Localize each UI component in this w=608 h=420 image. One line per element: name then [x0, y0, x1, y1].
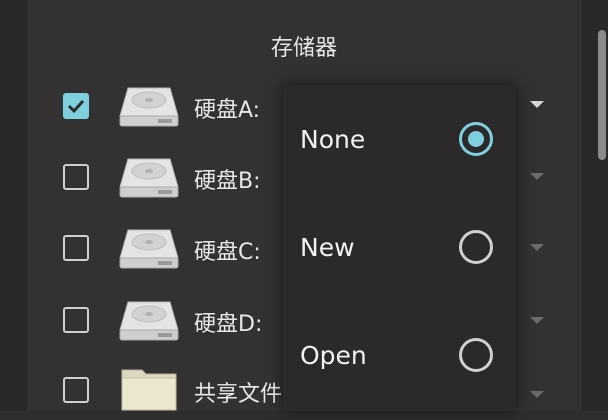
shared-folder-dropdown-arrow[interactable]	[530, 391, 544, 398]
drive-d-dropdown-arrow[interactable]	[530, 317, 544, 324]
folder-icon	[121, 369, 177, 411]
drive-d-label: 硬盘D:	[194, 312, 263, 337]
drive-b-label: 硬盘B:	[194, 169, 261, 194]
hard-disk-icon	[119, 229, 179, 269]
shared-folder-checkbox[interactable]	[63, 377, 89, 403]
hard-disk-icon	[119, 158, 179, 198]
drive-c-label: 硬盘C:	[194, 240, 261, 265]
shared-folder-label: 共享文件	[194, 382, 283, 407]
drive-a-label: 硬盘A:	[194, 98, 261, 123]
option-none-label: None	[300, 125, 366, 154]
option-new-label: New	[300, 233, 355, 262]
drive-a-checkbox[interactable]	[63, 93, 89, 119]
option-open-label: Open	[300, 341, 367, 370]
mode-popup-menu: None New Open	[283, 85, 516, 411]
option-none-radio[interactable]	[459, 122, 493, 156]
option-open-radio[interactable]	[459, 338, 493, 372]
option-new-radio[interactable]	[459, 230, 493, 264]
hard-disk-icon	[119, 301, 179, 341]
option-open[interactable]: Open	[283, 325, 516, 385]
drive-c-checkbox[interactable]	[63, 235, 89, 261]
drive-b-checkbox[interactable]	[63, 164, 89, 190]
dialog-title: 存储器	[270, 36, 337, 61]
option-none[interactable]: None	[283, 109, 516, 169]
radio-dot-icon	[468, 131, 484, 147]
drive-b-dropdown-arrow[interactable]	[530, 173, 544, 180]
checkmark-icon	[67, 99, 85, 114]
drive-c-dropdown-arrow[interactable]	[530, 244, 544, 251]
drive-d-checkbox[interactable]	[63, 307, 89, 333]
drive-a-dropdown-arrow[interactable]	[530, 101, 544, 108]
option-new[interactable]: New	[283, 217, 516, 277]
hard-disk-icon	[119, 87, 179, 127]
